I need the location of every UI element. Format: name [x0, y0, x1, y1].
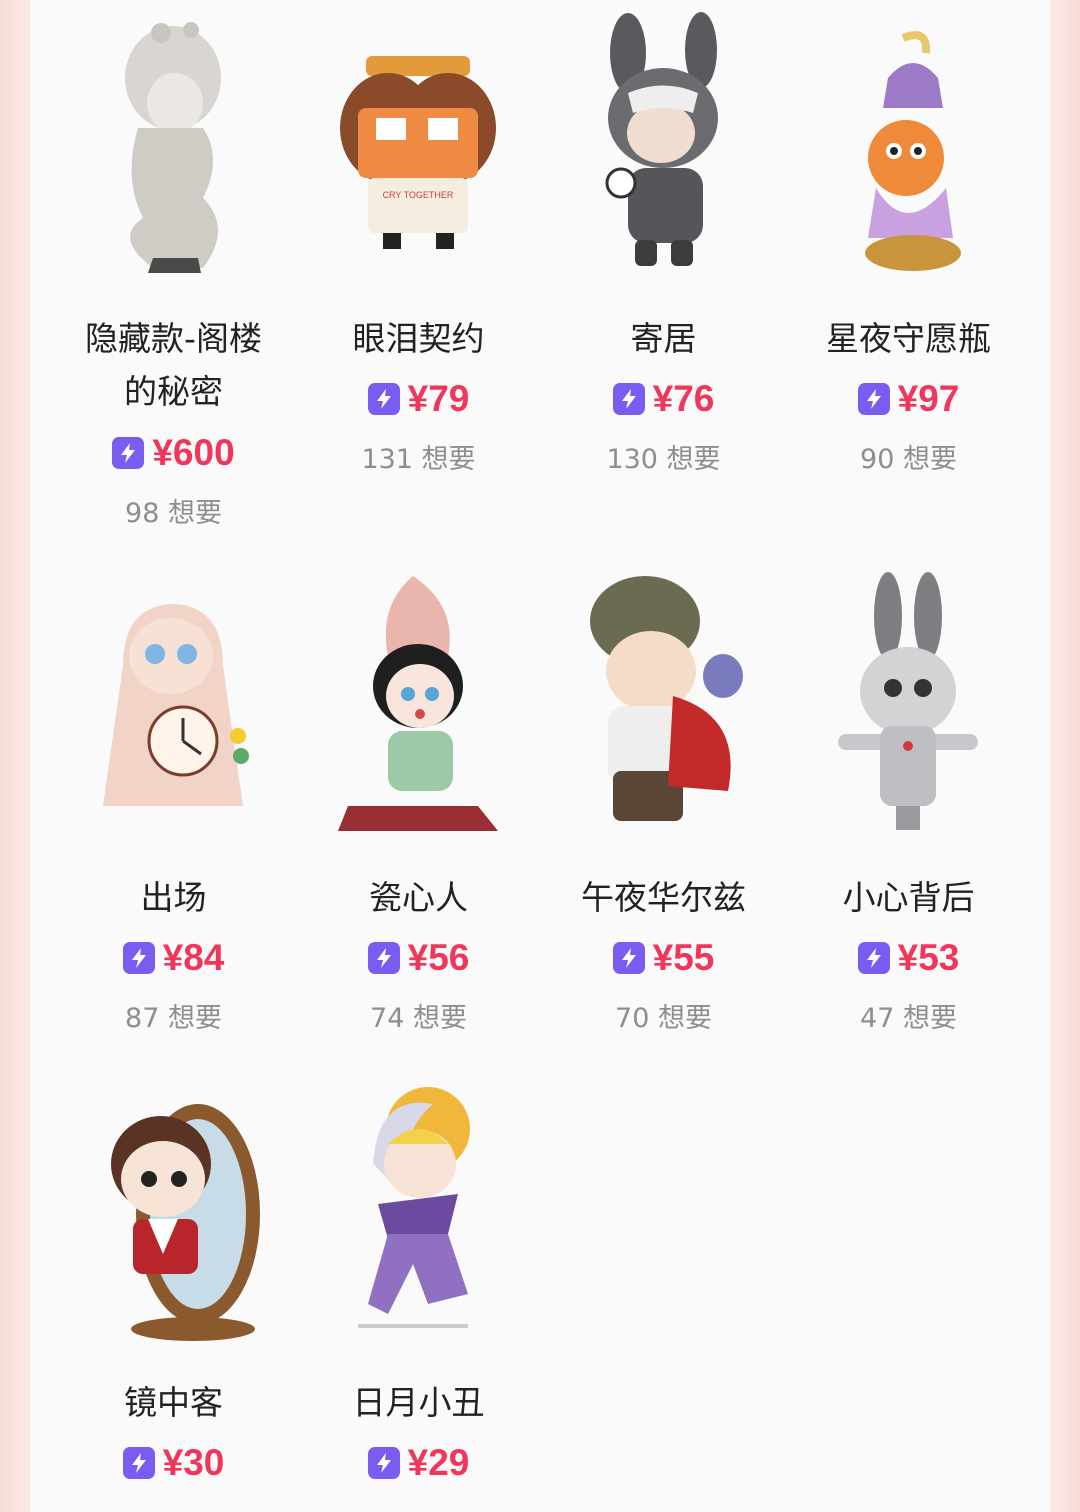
product-image[interactable]	[83, 1074, 263, 1344]
price-row: ¥56	[296, 933, 541, 983]
product-image[interactable]	[573, 566, 753, 836]
price-row: ¥76	[541, 374, 786, 424]
product-price: ¥600	[152, 432, 235, 473]
product-name: 出场	[140, 878, 207, 917]
product-card[interactable]: 镜中客 ¥30	[51, 1074, 296, 1512]
product-price: ¥84	[162, 937, 225, 978]
bolt-icon	[112, 437, 145, 469]
price-row: ¥53	[786, 933, 1031, 983]
want-count: 130 想要	[606, 444, 721, 475]
product-name: 瓷心人	[369, 878, 468, 917]
product-price: ¥97	[897, 378, 960, 419]
price-row: ¥600	[51, 428, 296, 478]
product-image[interactable]: CRY TOGETHER	[328, 8, 508, 278]
svg-text:CRY TOGETHER: CRY TOGETHER	[383, 190, 454, 200]
product-card[interactable]: 瓷心人 ¥56 74 想要	[296, 566, 541, 1046]
bolt-icon	[367, 383, 400, 415]
price-row: ¥30	[51, 1438, 296, 1488]
bolt-icon	[612, 383, 645, 415]
product-name: 寄居	[630, 319, 697, 358]
product-price: ¥29	[407, 1442, 470, 1483]
product-price: ¥76	[652, 378, 715, 419]
product-name: 午夜华尔兹	[581, 878, 746, 917]
product-image[interactable]	[83, 566, 263, 836]
price-row: ¥79	[296, 374, 541, 424]
product-card[interactable]: 星夜守愿瓶 ¥97 90 想要	[786, 0, 1031, 490]
price-row: ¥84	[51, 933, 296, 983]
price-row: ¥97	[786, 374, 1031, 424]
bolt-icon	[122, 942, 155, 974]
want-count: 98 想要	[125, 498, 222, 529]
product-card[interactable]: 隐藏款-阁楼 的秘密 ¥600 98 想要	[51, 0, 296, 540]
product-name: 星夜守愿瓶	[826, 319, 991, 358]
product-image[interactable]	[573, 8, 753, 278]
bolt-icon	[612, 942, 645, 974]
product-card[interactable]: 午夜华尔兹 ¥55 70 想要	[541, 566, 786, 1046]
product-name: 小心背后	[842, 878, 975, 917]
product-card[interactable]: 小心背后 ¥53 47 想要	[786, 566, 1031, 1046]
product-price: ¥53	[897, 937, 960, 978]
product-card[interactable]: 寄居 ¥76 130 想要	[541, 0, 786, 490]
product-image[interactable]	[818, 8, 998, 278]
product-image[interactable]	[328, 566, 508, 836]
product-image[interactable]	[328, 1074, 508, 1344]
product-name: 眼泪契约	[352, 319, 485, 358]
product-name: 隐藏款-阁楼	[85, 319, 262, 358]
price-row: ¥55	[541, 933, 786, 983]
want-count: 87 想要	[125, 1003, 222, 1034]
product-card[interactable]: 日月小丑 ¥29	[296, 1074, 541, 1512]
want-count: 74 想要	[370, 1003, 467, 1034]
product-image[interactable]	[818, 566, 998, 836]
product-price: ¥79	[407, 378, 470, 419]
product-price: ¥55	[652, 937, 715, 978]
bolt-icon	[367, 942, 400, 974]
product-name: 镜中客	[124, 1383, 223, 1422]
product-name: 日月小丑	[352, 1383, 485, 1422]
want-count: 90 想要	[860, 444, 957, 475]
want-count: 131 想要	[361, 444, 476, 475]
product-price: ¥30	[162, 1442, 225, 1483]
want-count: 70 想要	[615, 1003, 712, 1034]
price-row: ¥29	[296, 1438, 541, 1488]
product-card[interactable]: 出场 ¥84 87 想要	[51, 566, 296, 1046]
product-image[interactable]	[83, 8, 263, 278]
bolt-icon	[367, 1447, 400, 1479]
product-name-line2: 的秘密	[124, 372, 223, 411]
product-price: ¥56	[407, 937, 470, 978]
bolt-icon	[122, 1447, 155, 1479]
product-card[interactable]: CRY TOGETHER 眼泪契约 ¥79 131 想要	[296, 0, 541, 490]
bolt-icon	[857, 942, 890, 974]
bolt-icon	[857, 383, 890, 415]
want-count: 47 想要	[860, 1003, 957, 1034]
